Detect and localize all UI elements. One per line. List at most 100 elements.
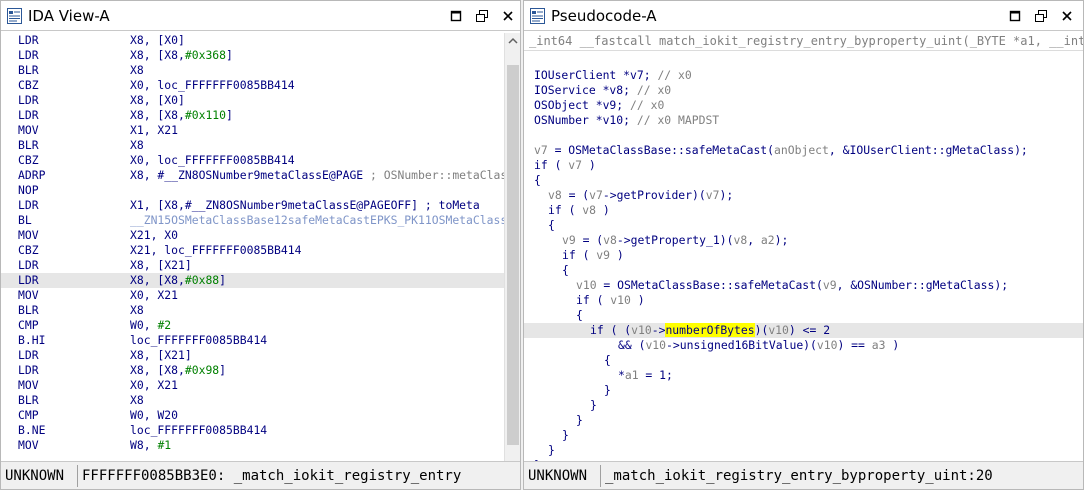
pseudocode-line[interactable]: if ( v10 ) xyxy=(524,293,1083,308)
pseudocode-line[interactable]: { xyxy=(524,308,1083,323)
pseudocode-line[interactable]: } xyxy=(524,398,1083,413)
asm-mnemonic: BLR xyxy=(18,63,39,77)
asm-operand-token: X21, loc_FFFFFFF0085BB414 xyxy=(130,243,302,257)
close-window-icon[interactable] xyxy=(501,9,515,23)
pseudocode-pane[interactable]: Pseudocode-A _int64 __fastcall match_iok… xyxy=(523,0,1084,490)
pseudocode-line[interactable]: v7 = OSMetaClassBase::safeMetaCast(anObj… xyxy=(524,143,1083,158)
asm-line[interactable]: LDR X8, [X21] xyxy=(1,258,504,273)
asm-operand-token: loc_FFFFFFF0085BB414 xyxy=(130,333,268,347)
code-token: { xyxy=(548,218,555,232)
asm-mnemonic: BLR xyxy=(18,393,39,407)
ida-vertical-scrollbar[interactable] xyxy=(504,33,520,461)
asm-mnemonic: B.HI xyxy=(18,333,46,347)
code-token: ) xyxy=(610,248,624,262)
ida-view-title: IDA View-A xyxy=(28,7,110,25)
asm-line[interactable]: BL __ZN15OSMetaClassBase12safeMetaCastEPK… xyxy=(1,213,504,228)
asm-line[interactable]: CMP W0, #2 xyxy=(1,318,504,333)
asm-mnemonic: CBZ xyxy=(18,78,39,92)
asm-line[interactable]: ADRP X8, #__ZN8OSNumber9metaClassE@PAGE ;… xyxy=(1,168,504,183)
code-token: ) xyxy=(630,293,645,307)
disassembly-listing[interactable]: LDR X8, [X0] LDR X8, [X8,#0x368] BLR X8 CBZ X0,… xyxy=(1,33,520,461)
asm-line[interactable]: LDR X8, [X8,#0x368] xyxy=(1,48,504,63)
pseudocode-line[interactable]: OSObject *v9; // x0 xyxy=(524,98,1083,113)
code-token: if ( xyxy=(534,158,569,172)
pseudocode-text: v7 = OSMetaClassBase::safeMetaCast(anObj… xyxy=(534,143,1028,158)
pseudocode-titlebar[interactable]: Pseudocode-A xyxy=(524,1,1083,31)
pseudocode-title: Pseudocode-A xyxy=(551,7,657,25)
code-token: ->getProperty_1)( xyxy=(616,233,734,247)
asm-line[interactable]: LDR X8, [X0] xyxy=(1,33,504,48)
asm-line[interactable]: MOV X21, X0 xyxy=(1,228,504,243)
code-token: , xyxy=(747,233,761,247)
pseudocode-line[interactable]: } xyxy=(524,383,1083,398)
asm-line[interactable]: LDR X8, [X8,#0x88] xyxy=(1,273,504,288)
close-window-icon[interactable] xyxy=(1060,9,1074,23)
pseudocode-text: { xyxy=(562,263,569,278)
code-token: = ( xyxy=(561,188,590,202)
pseudocode-line[interactable]: IOUserClient *v7; // x0 xyxy=(524,68,1083,83)
asm-line[interactable]: LDR X8, [X8,#0x98] xyxy=(1,363,504,378)
asm-line[interactable]: MOV X0, X21 xyxy=(1,378,504,393)
asm-line[interactable]: B.NE loc_FFFFFFF0085BB414 xyxy=(1,423,504,438)
asm-line[interactable]: BLR X8 xyxy=(1,393,504,408)
pseudocode-line[interactable]: { xyxy=(524,263,1083,278)
pseudocode-line[interactable] xyxy=(524,53,1083,68)
pseudocode-line[interactable]: { xyxy=(524,173,1083,188)
code-token: v8 xyxy=(582,203,597,217)
asm-line[interactable]: MOV X1, X21 xyxy=(1,123,504,138)
code-token: = OSMetaClassBase::safeMetaCast( xyxy=(596,278,823,292)
asm-mnemonic: CBZ xyxy=(18,243,39,257)
asm-line[interactable]: MOV X0, X21 xyxy=(1,288,504,303)
scroll-up-arrow-icon[interactable] xyxy=(505,33,521,49)
pseudocode-line[interactable] xyxy=(524,128,1083,143)
asm-line[interactable]: BLR X8 xyxy=(1,303,504,318)
asm-line[interactable]: B.HI loc_FFFFFFF0085BB414 xyxy=(1,333,504,348)
asm-line[interactable]: BLR X8 xyxy=(1,63,504,78)
asm-line[interactable]: LDR X8, [X0] xyxy=(1,93,504,108)
code-token: v10 xyxy=(816,338,838,352)
asm-line[interactable]: CBZ X21, loc_FFFFFFF0085BB414 xyxy=(1,243,504,258)
pseudocode-line[interactable]: if ( v9 ) xyxy=(524,248,1083,263)
pseudocode-line[interactable]: } xyxy=(524,443,1083,458)
pseudocode-line[interactable]: v10 = OSMetaClassBase::safeMetaCast(v9, … xyxy=(524,278,1083,293)
float-window-icon[interactable] xyxy=(475,9,489,23)
pseudocode-line[interactable]: { xyxy=(524,353,1083,368)
pseudocode-line[interactable]: IOService *v8; // x0 xyxy=(524,83,1083,98)
asm-line[interactable]: CBZ X0, loc_FFFFFFF0085BB414 xyxy=(1,153,504,168)
pseudocode-line[interactable]: v8 = (v7->getProvider)(v7); xyxy=(524,188,1083,203)
asm-operands: X8, [X8,#0x368] xyxy=(130,48,233,63)
pseudocode-text: if ( v8 ) xyxy=(548,203,610,218)
pseudocode-line[interactable]: OSNumber *v10; // x0 MAPDST xyxy=(524,113,1083,128)
pseudocode-line[interactable]: if ( v7 ) xyxy=(524,158,1083,173)
pseudocode-line[interactable]: } xyxy=(524,428,1083,443)
pseudocode-line[interactable]: if ( v8 ) xyxy=(524,203,1083,218)
restore-window-icon[interactable] xyxy=(1008,9,1022,23)
code-token: v7 xyxy=(589,188,603,202)
asm-operands: X0, loc_FFFFFFF0085BB414 xyxy=(130,78,295,93)
scroll-thumb[interactable] xyxy=(507,65,519,445)
pseudocode-text: if ( v9 ) xyxy=(562,248,624,263)
asm-line[interactable]: CBZ X0, loc_FFFFFFF0085BB414 xyxy=(1,78,504,93)
ida-view-titlebar[interactable]: IDA View-A xyxy=(1,1,520,31)
ida-view-pane[interactable]: IDA View-A LDR X8, [X0] LDR X8, [X8,#0x368]… xyxy=(0,0,521,490)
pseudocode-line[interactable]: v9 = (v8->getProperty_1)(v8, a2); xyxy=(524,233,1083,248)
asm-line[interactable]: LDR X8, [X21] xyxy=(1,348,504,363)
asm-operands: X0, X21 xyxy=(130,288,178,303)
pseudocode-listing[interactable]: IOUserClient *v7; // x0 IOService *v8; //… xyxy=(524,53,1083,461)
asm-operand-token: X8 xyxy=(130,303,144,317)
asm-line[interactable]: NOP xyxy=(1,183,504,198)
pseudocode-line[interactable]: *a1 = 1; xyxy=(524,368,1083,383)
pseudocode-line[interactable]: { xyxy=(524,218,1083,233)
asm-line[interactable]: CMP W0, W20 xyxy=(1,408,504,423)
asm-line[interactable]: MOV W8, #1 xyxy=(1,438,504,453)
pseudocode-line[interactable]: } xyxy=(524,413,1083,428)
pseudocode-line[interactable]: && (v10->unsigned16BitValue)(v10) == a3 … xyxy=(524,338,1083,353)
float-window-icon[interactable] xyxy=(1034,9,1048,23)
restore-window-icon[interactable] xyxy=(449,9,463,23)
asm-operand-token: #0x88 xyxy=(184,273,220,287)
asm-line[interactable]: LDR X8, [X8,#0x110] xyxy=(1,108,504,123)
address-status: FFFFFFF0085BB3E0: _match_iokit_registry_… xyxy=(82,468,462,484)
pseudocode-line[interactable]: if ( (v10->numberOfBytes)(v10) <= 2 xyxy=(524,323,1083,338)
asm-line[interactable]: LDR X1, [X8,#__ZN8OSNumber9metaClassE@PAG… xyxy=(1,198,504,213)
asm-line[interactable]: BLR X8 xyxy=(1,138,504,153)
